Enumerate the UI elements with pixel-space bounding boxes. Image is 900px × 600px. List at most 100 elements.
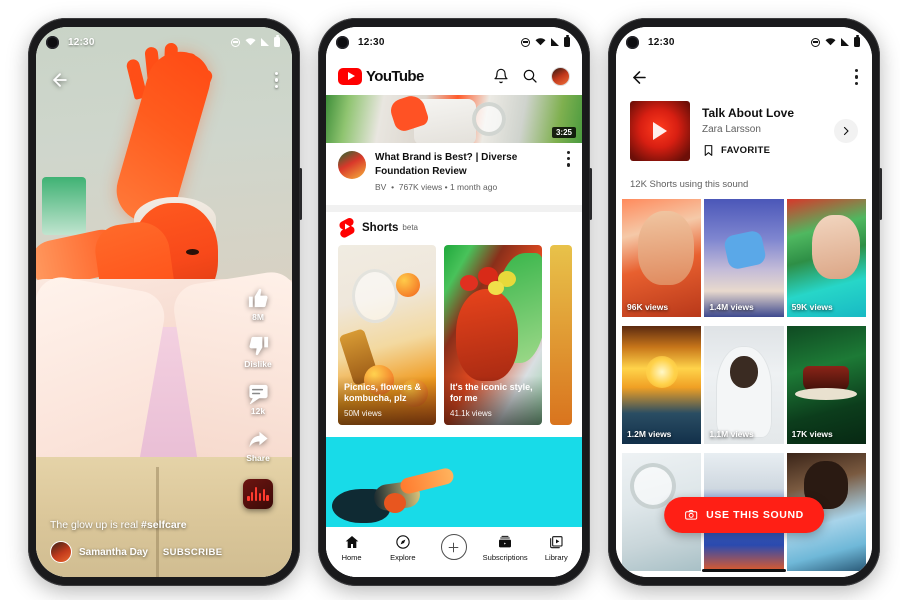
video-age: 1 month ago xyxy=(449,182,498,192)
subscribe-button[interactable]: SUBSCRIBE xyxy=(155,544,231,561)
kebab-menu-icon[interactable] xyxy=(854,69,858,85)
back-arrow-icon[interactable] xyxy=(630,68,649,87)
grid-cell-views: 17K views xyxy=(791,429,833,439)
camera-icon xyxy=(685,509,698,520)
caption-text: The glow up is real xyxy=(50,518,142,531)
short-card-views: 41.1k views xyxy=(450,409,492,418)
bg-green-panel xyxy=(42,177,86,235)
plus-icon[interactable] xyxy=(440,534,467,560)
camera-punch-hole xyxy=(336,35,349,49)
grid-cell[interactable]: 59K views xyxy=(786,199,866,317)
nav-label-subscriptions: Subscriptions xyxy=(482,553,528,562)
wifi-icon xyxy=(535,38,546,46)
signal-icon xyxy=(551,38,559,46)
nav-item-library[interactable]: Library xyxy=(532,534,580,562)
cell-subject xyxy=(812,215,860,279)
sound-usage-count: 12K Shorts using this sound xyxy=(630,179,749,190)
bookmark-icon xyxy=(704,144,713,156)
phone1-screen: 12:30 8M Dislike 12k Share The glow up i… xyxy=(36,27,292,577)
play-thumbnail-icon[interactable] xyxy=(630,101,690,161)
grid-cell[interactable]: 1.2M views xyxy=(622,326,702,444)
use-this-sound-button[interactable]: USE THIS SOUND xyxy=(664,497,824,533)
shorts-shelf-title: Shorts xyxy=(362,221,399,234)
glass-object xyxy=(352,269,398,323)
short-card-partial[interactable] xyxy=(550,245,572,425)
kebab-menu-icon[interactable] xyxy=(274,72,278,88)
person-face xyxy=(456,289,518,381)
grid-cell-views: 1.1M views xyxy=(709,429,754,439)
header-actions xyxy=(493,66,570,86)
favorite-label: FAVORITE xyxy=(721,144,771,156)
nav-item-subscriptions[interactable]: Subscriptions xyxy=(481,534,529,562)
dnd-icon xyxy=(811,37,820,47)
nav-item-explore[interactable]: Explore xyxy=(379,534,427,562)
wifi-icon xyxy=(825,38,836,46)
chevron-right-icon[interactable] xyxy=(834,119,858,143)
short-card-title: Picnics, flowers & kombucha, plz xyxy=(344,381,422,404)
grid-cell[interactable]: 96K views xyxy=(622,199,702,317)
shorts-shelf-header: Shorts beta xyxy=(326,212,582,245)
comment-button[interactable]: 12k xyxy=(247,381,270,416)
cell-subject xyxy=(638,211,694,285)
youtube-logo[interactable]: YouTube xyxy=(338,67,424,85)
grid-cell[interactable]: 1.4M views xyxy=(704,199,784,317)
dnd-icon xyxy=(231,37,240,47)
channel-name[interactable]: Samantha Day xyxy=(79,547,148,558)
dislike-label: Dislike xyxy=(244,359,272,369)
section-divider xyxy=(326,205,582,212)
sound-artist: Zara Larsson xyxy=(702,123,761,135)
like-button[interactable]: 8M xyxy=(247,287,270,322)
cell-subject xyxy=(723,229,768,271)
short-card-views: 50M views xyxy=(344,409,382,418)
shorts-info-overlay: The glow up is real #selfcare Samantha D… xyxy=(36,519,244,563)
nav-item-home[interactable]: Home xyxy=(328,534,376,562)
sound-meta: Talk About Love Zara Larsson FAVORITE xyxy=(702,106,822,157)
video-views: 767K views xyxy=(398,182,443,192)
share-button[interactable]: Share xyxy=(246,428,270,463)
channel-avatar[interactable] xyxy=(50,541,72,563)
dislike-button[interactable]: Dislike xyxy=(244,334,272,369)
back-arrow-icon[interactable] xyxy=(50,70,70,90)
thumb-ring-object xyxy=(472,102,506,136)
battery-icon xyxy=(854,35,860,47)
video-channel-avatar[interactable] xyxy=(338,151,366,179)
phone3-screen: 12:30 Talk About Love Zara Larsson FAVOR… xyxy=(616,27,872,577)
video-title[interactable]: What Brand is Best? | Diverse Foundation… xyxy=(375,151,558,178)
nav-item-create[interactable] xyxy=(430,534,478,560)
short-card[interactable]: Picnics, flowers & kombucha, plz 50M vie… xyxy=(338,245,436,425)
video-duration-badge: 3:25 xyxy=(551,127,576,138)
grid-cell-views: 96K views xyxy=(627,302,669,312)
swimmer-arm xyxy=(398,466,456,496)
shorts-card-row[interactable]: Picnics, flowers & kombucha, plz 50M vie… xyxy=(326,245,582,425)
search-icon[interactable] xyxy=(522,68,538,84)
grid-cell[interactable]: 1.1M views xyxy=(704,326,784,444)
video-subtitle: BV • 767K views • 1 month ago xyxy=(375,182,498,192)
signal-icon xyxy=(841,38,849,46)
shorts-action-rail: 8M Dislike 12k Share xyxy=(234,287,282,509)
featured-video-thumbnail[interactable]: 3:25 xyxy=(326,95,582,143)
favorite-button[interactable]: FAVORITE xyxy=(702,144,822,157)
shorts-shelf: Shorts beta Picnics, flowers & kombucha,… xyxy=(326,212,582,425)
grid-cell-views: 59K views xyxy=(791,302,833,312)
short-card[interactable]: It's the iconic style, for me 41.1k view… xyxy=(444,245,542,425)
status-time: 12:30 xyxy=(648,36,675,48)
youtube-app-header: YouTube xyxy=(326,57,582,95)
sound-waveform-icon[interactable] xyxy=(243,479,273,509)
cell-plate xyxy=(795,388,858,400)
fruit-object xyxy=(396,273,420,297)
nav-label-home: Home xyxy=(341,553,362,562)
bell-icon[interactable] xyxy=(493,68,509,84)
signal-icon xyxy=(261,38,269,46)
camera-punch-hole xyxy=(46,35,59,49)
status-bar-phone3: 12:30 xyxy=(616,27,872,57)
grid-cell-views: 1.2M views xyxy=(627,429,672,439)
phone-device-sound-detail: 12:30 Talk About Love Zara Larsson FAVOR… xyxy=(608,18,882,586)
wifi-icon xyxy=(245,38,256,46)
like-count: 8M xyxy=(252,312,264,322)
video-caption: The glow up is real #selfcare xyxy=(50,519,230,532)
video-kebab-menu-icon[interactable] xyxy=(566,151,570,167)
grid-cell[interactable]: 17K views xyxy=(786,326,866,444)
nav-label-library: Library xyxy=(544,553,568,562)
account-avatar[interactable] xyxy=(551,66,570,86)
sound-info-row: Talk About Love Zara Larsson FAVORITE xyxy=(616,101,872,161)
